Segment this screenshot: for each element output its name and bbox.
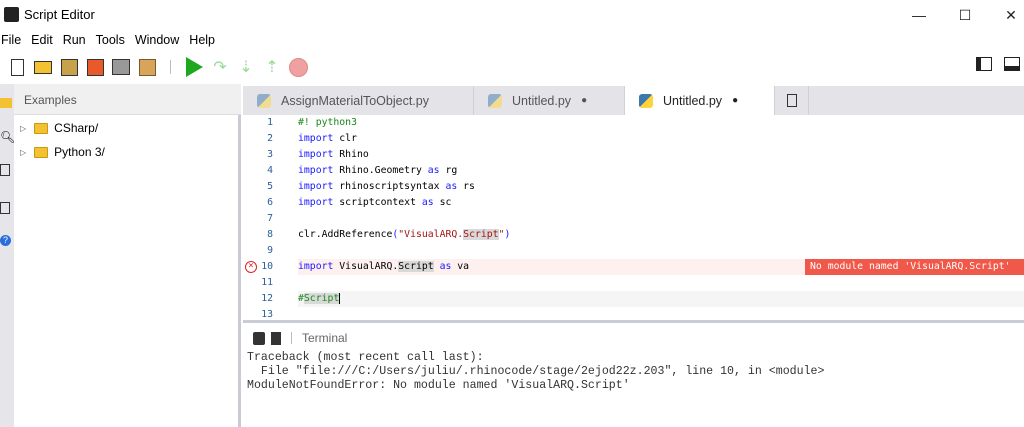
examples-header: Examples [14, 84, 241, 115]
trash-icon[interactable] [271, 331, 281, 345]
add-file-icon[interactable] [0, 202, 10, 214]
title-bar: Script Editor — ☐ ✕ [0, 0, 1024, 30]
code-editor[interactable]: 1 #! python3 2 import clr 3 import Rhino 4 i… [243, 115, 1024, 320]
code-line: clr.AddReference("VisualARQ.Script") [298, 229, 511, 240]
new-file-icon[interactable] [6, 56, 28, 78]
menu-help[interactable]: Help [187, 30, 223, 50]
expand-icon[interactable]: ▷ [20, 124, 26, 133]
step-into-icon[interactable]: ⇣ [235, 56, 257, 78]
folder-icon [34, 122, 49, 134]
tree-item-csharp[interactable]: ▷ CSharp/ [20, 121, 98, 135]
copy-icon[interactable] [253, 331, 265, 345]
save-all-icon[interactable] [110, 56, 132, 78]
line-number: 4 [267, 165, 273, 176]
new-tab-button[interactable] [775, 86, 809, 115]
tree-item-label: Python 3/ [54, 145, 105, 159]
step-out-icon[interactable]: ⇡ [261, 56, 283, 78]
tab-label: Untitled.py [663, 93, 723, 108]
line-number: 10 [261, 261, 273, 272]
line-number: 8 [267, 229, 273, 240]
line-number: 5 [267, 181, 273, 192]
save-as-icon[interactable] [84, 56, 106, 78]
toolbar-separator [170, 60, 171, 74]
rhino-logo-icon [4, 7, 19, 22]
tree-item-label: CSharp/ [54, 121, 99, 135]
unsaved-dot: ● [581, 95, 588, 106]
expand-icon[interactable]: ▷ [20, 148, 26, 157]
code-line: #! python3 [298, 117, 357, 128]
python-icon [257, 93, 271, 108]
tab-untitled-2[interactable]: Untitled.py ● [625, 86, 775, 115]
step-over-icon[interactable]: ↷ [209, 56, 231, 78]
sidebar [0, 84, 241, 427]
panel-splitter[interactable] [243, 320, 1024, 323]
stop-icon[interactable] [287, 56, 309, 78]
unsaved-dot: ● [732, 95, 739, 106]
maximize-button[interactable]: ☐ [942, 0, 988, 30]
code-line: import VisualARQ.Script as va [298, 261, 470, 272]
menu-window[interactable]: Window [133, 30, 187, 50]
python-icon [639, 93, 653, 108]
save-icon[interactable] [58, 56, 80, 78]
tab-untitled-1[interactable]: Untitled.py ● [474, 86, 625, 115]
tab-bar: AssignMaterialToObject.py Untitled.py ● U… [243, 86, 1024, 115]
tree-item-python3[interactable]: ▷ Python 3/ [20, 145, 105, 159]
terminal-output[interactable]: Traceback (most recent call last): File … [247, 351, 824, 393]
python-icon [488, 93, 502, 108]
code-line: import scriptcontext as sc [298, 197, 452, 208]
activity-strip: 🔍︎ ? [0, 84, 15, 427]
line-number: 7 [267, 213, 273, 224]
line-number: 11 [261, 277, 273, 288]
inline-error-message: No module named 'VisualARQ.Script' [805, 259, 1024, 275]
tab-label: AssignMaterialToObject.py [281, 93, 429, 108]
menu-tools[interactable]: Tools [94, 30, 133, 50]
terminal-header: Terminal [243, 326, 1024, 350]
terminal-title[interactable]: Terminal [302, 331, 347, 345]
menu-bar: File Edit Run Tools Window Help [0, 30, 223, 50]
code-line: import Rhino [298, 149, 369, 160]
search-icon[interactable]: 🔍︎ [0, 130, 15, 144]
menu-run[interactable]: Run [61, 30, 94, 50]
minimize-button[interactable]: — [896, 0, 942, 30]
line-number: 9 [267, 245, 273, 256]
run-icon[interactable] [183, 56, 205, 78]
toolbar: ↷ ⇣ ⇡ [0, 51, 1024, 83]
folder-icon [34, 146, 49, 158]
menu-edit[interactable]: Edit [29, 30, 61, 50]
line-number: 3 [267, 149, 273, 160]
new-file-icon [786, 94, 797, 107]
layout-panel-icon[interactable] [1004, 57, 1020, 71]
tab-label: Untitled.py [512, 93, 572, 108]
window-title: Script Editor [24, 7, 95, 22]
code-line: #Script [298, 293, 341, 304]
menu-file[interactable]: File [0, 30, 29, 50]
line-number: 1 [267, 117, 273, 128]
code-line: import clr [298, 133, 357, 144]
layout-sidebar-icon[interactable] [976, 57, 992, 71]
code-line: import Rhino.Geometry as rg [298, 165, 458, 176]
help-icon[interactable]: ? [0, 235, 11, 246]
close-button[interactable]: ✕ [988, 0, 1024, 30]
line-number: 2 [267, 133, 273, 144]
separator [291, 332, 292, 344]
package-icon[interactable] [136, 56, 158, 78]
open-folder-icon[interactable] [32, 56, 54, 78]
code-line: import rhinoscriptsyntax as rs [298, 181, 475, 192]
tab-assign-material[interactable]: AssignMaterialToObject.py [243, 86, 474, 115]
file-icon[interactable] [0, 164, 10, 176]
explorer-icon[interactable] [0, 98, 12, 108]
line-number: 12 [261, 293, 273, 304]
line-number: 6 [267, 197, 273, 208]
